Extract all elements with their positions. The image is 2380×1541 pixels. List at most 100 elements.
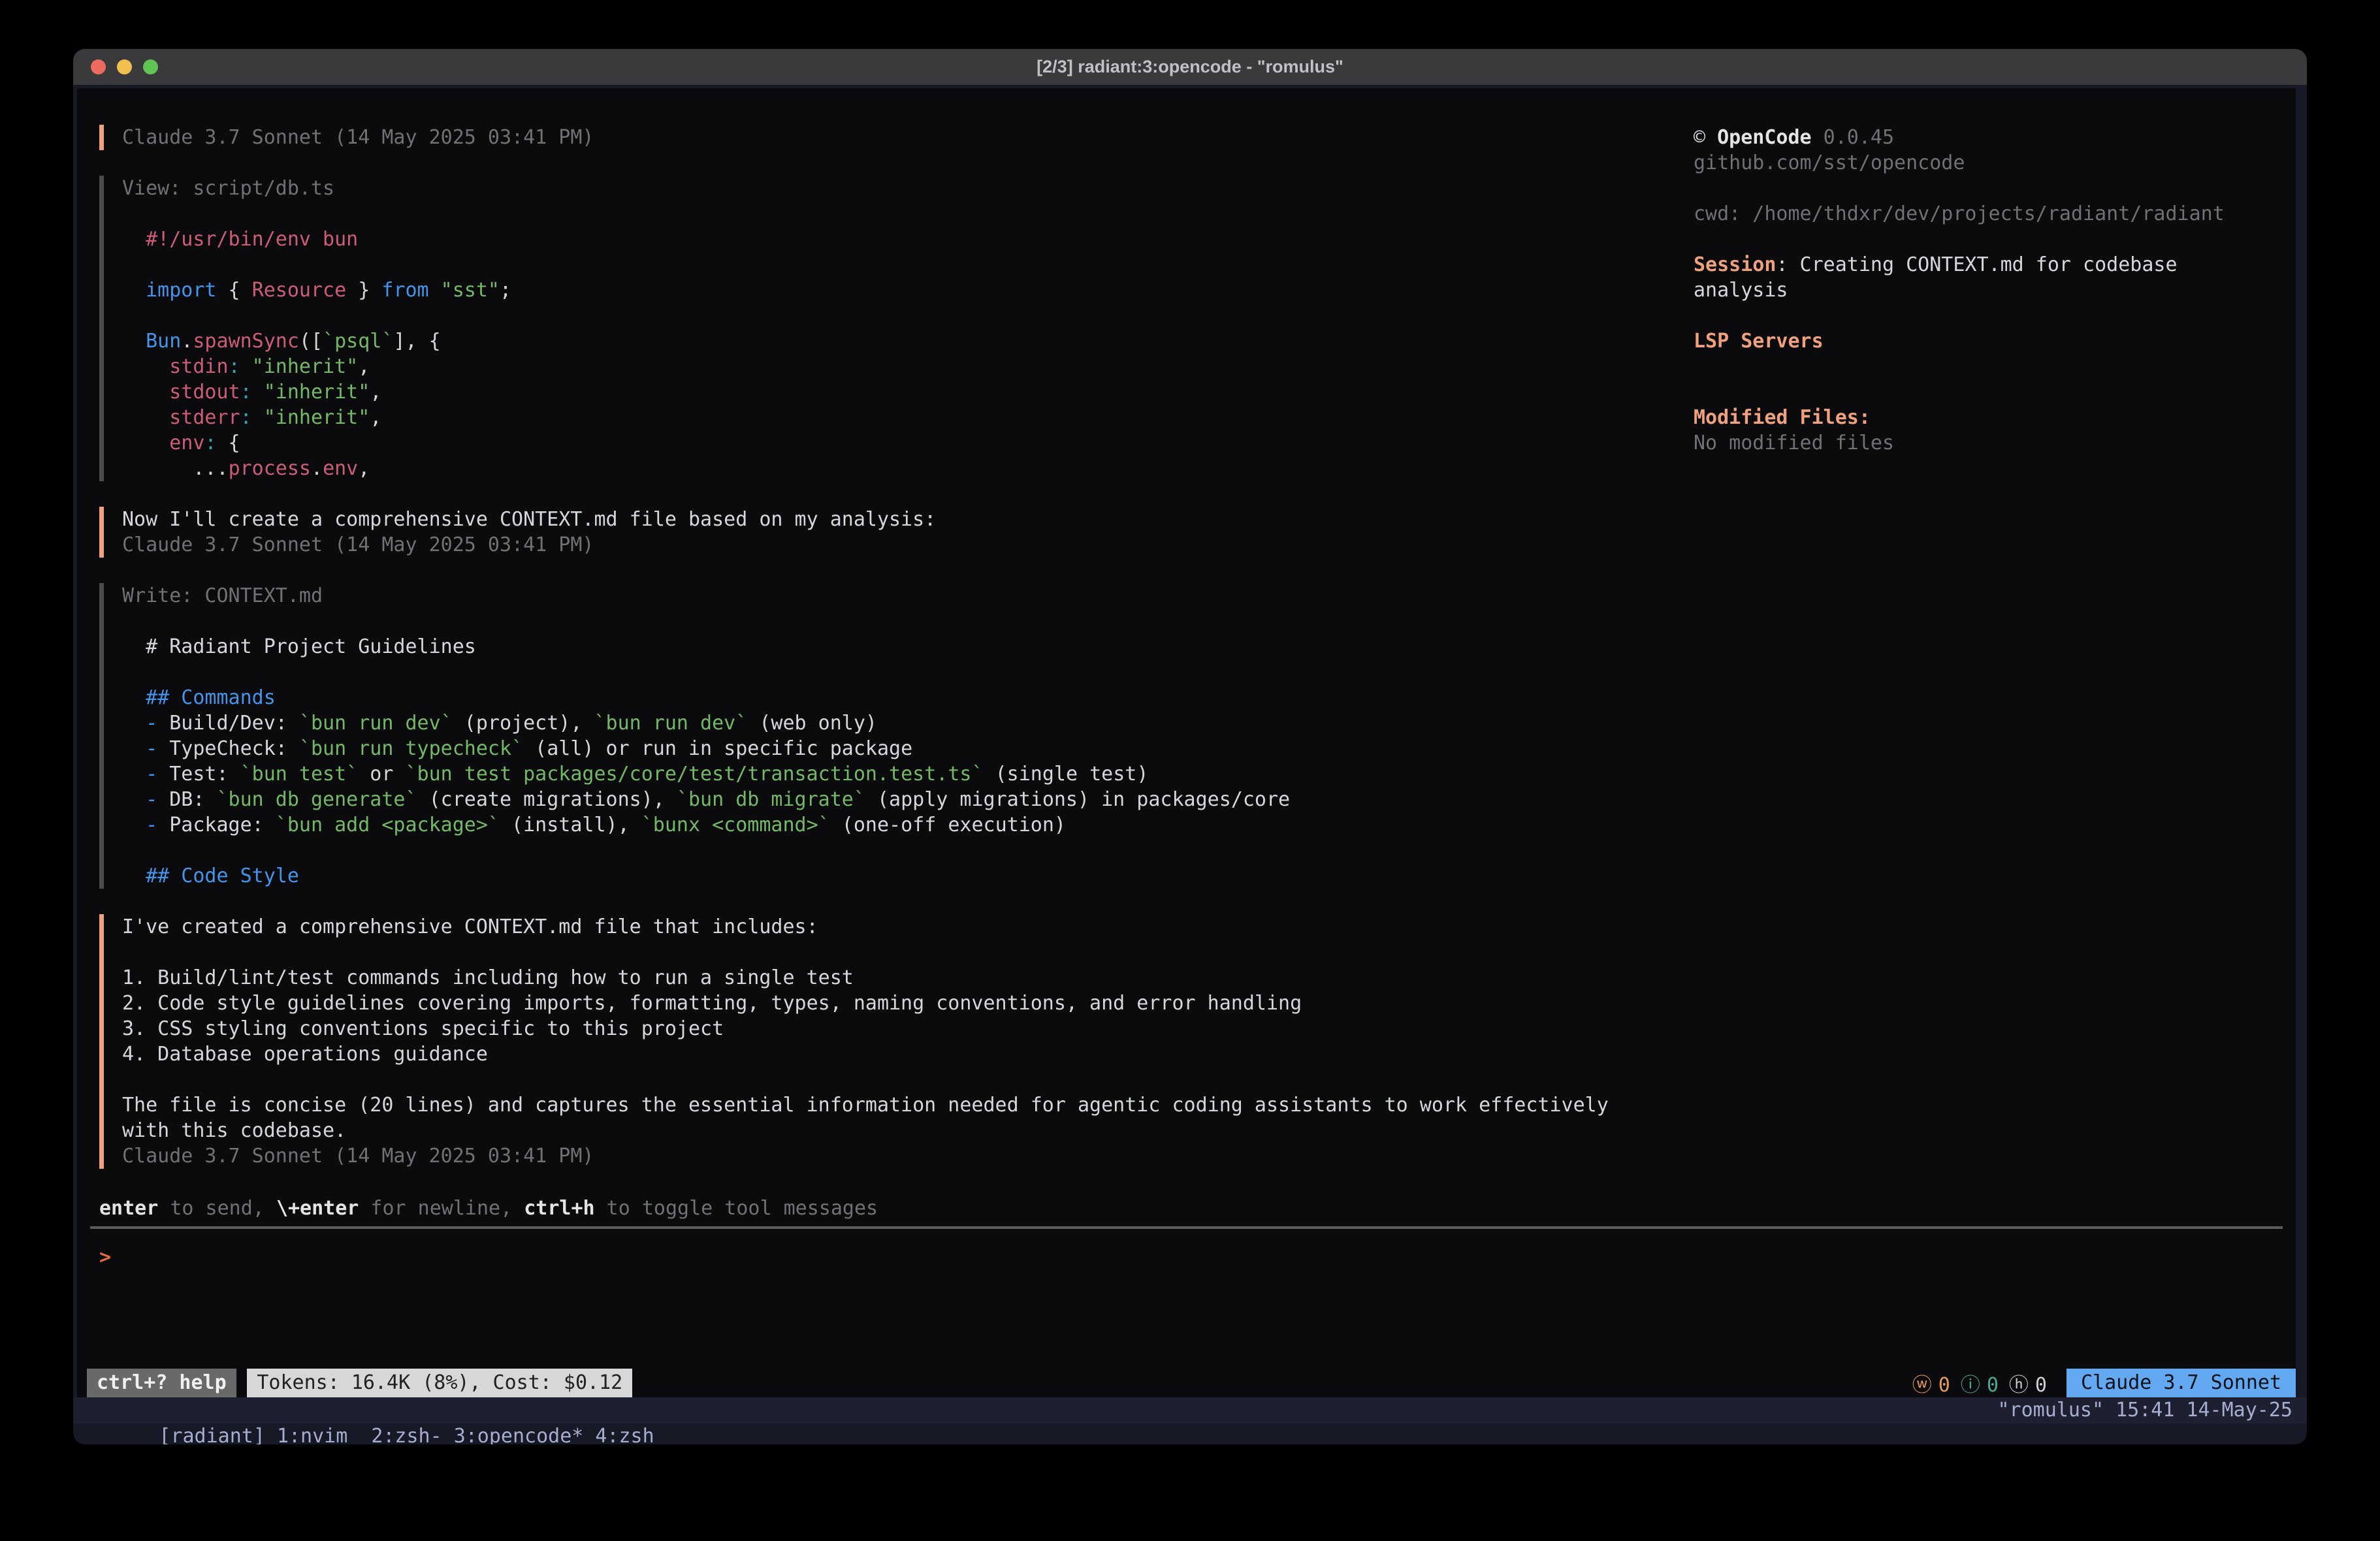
terminal-line: # Radiant Project Guidelines <box>122 634 1680 659</box>
text-token: `bunx <command>` <box>641 814 830 836</box>
text-token: #!/usr/bin/env bun <box>122 228 358 251</box>
tmux-window-1[interactable]: 1:nvim <box>277 1425 347 1444</box>
text-token: (one-off execution) <box>830 814 1066 836</box>
text-token: No modified files <box>1694 432 1894 454</box>
assistant-message: Now I'll create a comprehensive CONTEXT.… <box>99 507 1680 558</box>
text-token: ... <box>122 457 229 480</box>
terminal-line: stdout: "inherit", <box>122 379 1680 405</box>
terminal-line: Session: Creating CONTEXT.md for codebas… <box>1694 252 2281 278</box>
terminal-line: 3. CSS styling conventions specific to t… <box>122 1016 1680 1041</box>
text-token: stdout <box>122 381 240 404</box>
terminal-line: enter to send, \+enter for newline, ctrl… <box>99 1196 878 1221</box>
message-timestamp: Claude 3.7 Sonnet (14 May 2025 03:41 PM) <box>122 532 1680 558</box>
text-token: (create migrations), <box>417 788 677 811</box>
tokens-cost-chip: Tokens: 16.4K (8%), Cost: $0.12 <box>247 1369 632 1397</box>
text-token: \+enter <box>276 1197 359 1220</box>
text-token: , <box>370 406 381 429</box>
text-token: stderr <box>122 406 240 429</box>
spacer <box>99 150 1680 176</box>
keybinding-hints: enter to send, \+enter for newline, ctrl… <box>99 1196 878 1221</box>
terminal-line: github.com/sst/opencode <box>1694 150 2281 176</box>
text-token: import <box>122 279 217 302</box>
tmux-windows: [radiant]1:nvim2:zsh-3:opencode*4:zsh <box>88 1397 666 1444</box>
terminal-line <box>122 1067 1680 1092</box>
text-token: , <box>370 381 381 404</box>
text-token: `bun db generate` <box>217 788 417 811</box>
tmux-status-bar: [radiant]1:nvim2:zsh-3:opencode*4:zsh "r… <box>73 1397 2307 1423</box>
tmux-window-2[interactable]: 2:zsh- <box>371 1425 442 1444</box>
tool-call-title: Write: CONTEXT.md <box>122 583 1680 609</box>
text-token: `bun add <package>` <box>276 814 500 836</box>
text-token: "inherit" <box>252 381 370 404</box>
help-chip[interactable]: ctrl+? help <box>87 1369 236 1397</box>
text-token: 3. CSS styling conventions specific to t… <box>122 1017 724 1040</box>
text-token: - <box>122 763 157 786</box>
tool-call-title: View: script/db.ts <box>122 176 1680 201</box>
text-token: (install), <box>500 814 641 836</box>
assistant-message-header: Claude 3.7 Sonnet (14 May 2025 03:41 PM) <box>99 125 1680 150</box>
text-token: ], { <box>393 330 440 353</box>
text-token: enter <box>99 1197 158 1220</box>
session-sidebar: © OpenCode 0.0.45github.com/sst/opencode… <box>1694 125 2281 456</box>
terminal-line: Modified Files: <box>1694 405 2281 430</box>
text-token: `bun run dev` <box>299 712 453 735</box>
terminal-line: cwd: /home/thdxr/dev/projects/radiant/ra… <box>1694 201 2281 227</box>
tool-call-write-file: Write: CONTEXT.md # Radiant Project Guid… <box>99 583 1680 889</box>
text-token: (project), <box>453 712 594 735</box>
text-token: . <box>181 330 193 353</box>
prompt-chevron-icon: > <box>99 1245 111 1270</box>
text-token: - <box>122 737 157 760</box>
terminal-line: © OpenCode 0.0.45 <box>1694 125 2281 150</box>
message-input[interactable]: > <box>77 1239 2296 1357</box>
text-token: Resource <box>252 279 347 302</box>
text-token: } <box>346 279 381 302</box>
text-token: cwd: /home/thdxr/dev/projects/radiant/ra… <box>1694 202 2225 225</box>
spacer <box>99 558 1680 583</box>
text-token: . <box>311 457 323 480</box>
terminal-line: 4. Database operations guidance <box>122 1041 1680 1067</box>
markdown-block: # Radiant Project Guidelines ## Commands… <box>122 634 1680 889</box>
tmux-window-4[interactable]: 4:zsh <box>595 1425 654 1444</box>
model-selector-chip[interactable]: Claude 3.7 Sonnet <box>2066 1369 2296 1397</box>
text-token: env <box>323 457 358 480</box>
window-titlebar[interactable]: [2/3] radiant:3:opencode - "romulus" <box>73 49 2307 85</box>
chat-history: Claude 3.7 Sonnet (14 May 2025 03:41 PM)… <box>99 125 1680 1169</box>
text-token: { <box>217 432 240 454</box>
terminal-line: with this codebase. <box>122 1118 1680 1143</box>
terminal-line <box>122 659 1680 685</box>
terminal-line: - Package: `bun add <package>` (install)… <box>122 812 1680 838</box>
text-token: { <box>217 279 252 302</box>
terminal-line: #!/usr/bin/env bun <box>122 227 1680 252</box>
terminal-line: - TypeCheck: `bun run typecheck` (all) o… <box>122 736 1680 761</box>
info-count: ⓘ0 <box>1961 1369 1999 1397</box>
terminal-line <box>1694 176 2281 201</box>
text-token: I've created a comprehensive CONTEXT.md … <box>122 915 818 938</box>
spacer <box>99 481 1680 507</box>
text-token: : <box>204 432 216 454</box>
terminal-line: analysis <box>1694 278 2281 303</box>
info-count-value: 0 <box>1987 1374 1999 1397</box>
text-token: : Creating CONTEXT.md for codebase <box>1776 253 2177 276</box>
text-token: to send, <box>158 1197 276 1220</box>
text-token: OpenCode <box>1717 126 1812 149</box>
opencode-tui: Claude 3.7 Sonnet (14 May 2025 03:41 PM)… <box>77 88 2296 1397</box>
terminal-line: Claude 3.7 Sonnet (14 May 2025 03:41 PM) <box>122 1143 1680 1169</box>
text-token: LSP Servers <box>1694 330 1824 353</box>
text-token: Modified Files: <box>1694 406 1871 429</box>
text-token: ctrl+h <box>524 1197 594 1220</box>
window-title: [2/3] radiant:3:opencode - "romulus" <box>73 49 2307 85</box>
text-token: (all) or run in specific package <box>523 737 912 760</box>
terminal-line: ...process.env, <box>122 456 1680 481</box>
tmux-window-3[interactable]: 3:opencode* <box>454 1425 584 1444</box>
text-token: "inherit" <box>240 355 359 378</box>
text-token: : <box>240 406 252 429</box>
text-token: for newline, <box>359 1197 524 1220</box>
text-token: 0.0.45 <box>1812 126 1894 149</box>
text-token: Package: <box>157 814 276 836</box>
text-token: ([ <box>299 330 323 353</box>
spacer <box>122 201 1680 227</box>
terminal-line: stderr: "inherit", <box>122 405 1680 430</box>
terminal-line: LSP Servers <box>1694 328 2281 354</box>
status-right: ⓦ0 ⓘ0 ⓗ0 Claude 3.7 Sonnet <box>1912 1369 2296 1397</box>
text-token: "inherit" <box>252 406 370 429</box>
